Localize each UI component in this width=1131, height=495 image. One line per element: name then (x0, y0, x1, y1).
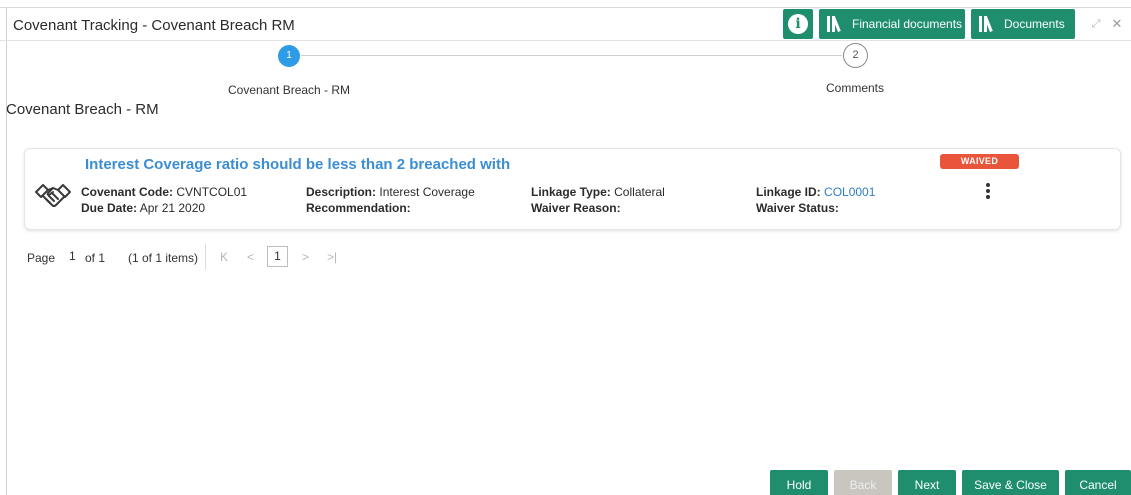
step-1-indicator[interactable]: 1 (278, 45, 300, 67)
expand-icon[interactable]: ⤢ (1088, 16, 1104, 32)
pager-divider (205, 244, 206, 270)
library-icon (979, 16, 999, 32)
status-badge: WAIVED (940, 154, 1019, 169)
cancel-button[interactable]: Cancel (1065, 470, 1131, 495)
section-title: Covenant Breach - RM (6, 101, 159, 118)
due-date-field: Due Date: Apr 21 2020 (81, 201, 206, 215)
close-icon[interactable]: ✕ (1110, 16, 1124, 32)
covenant-code-field: Covenant Code: CVNTCOL01 (81, 185, 248, 199)
pager-items-count: (1 of 1 items) (128, 251, 199, 265)
pager-page-label: Page (27, 251, 56, 265)
library-icon (827, 16, 847, 32)
financial-documents-label: Financial documents (852, 17, 963, 31)
first-page-icon[interactable]: K (220, 250, 228, 264)
documents-button[interactable]: Documents (971, 9, 1075, 39)
info-button[interactable]: i (783, 9, 813, 39)
window-title: Covenant Tracking - Covenant Breach RM (13, 17, 295, 34)
pager-current-page[interactable]: 1 (69, 249, 76, 263)
linkage-id-link[interactable]: COL0001 (824, 185, 875, 199)
linkage-id-field: Linkage ID: COL0001 (756, 185, 876, 199)
handshake-icon (35, 184, 71, 207)
financial-documents-button[interactable]: Financial documents (819, 9, 965, 39)
covenant-card: Interest Coverage ratio should be less t… (24, 148, 1121, 230)
page-number-button[interactable]: 1 (267, 246, 288, 267)
window-left-border (6, 7, 7, 495)
hold-button[interactable]: Hold (770, 470, 828, 495)
covenant-card-title: Interest Coverage ratio should be less t… (85, 156, 511, 173)
back-button[interactable]: Back (834, 470, 892, 495)
pager-of-total: of 1 (85, 251, 106, 265)
next-page-icon[interactable]: > (302, 250, 309, 264)
prev-page-icon[interactable]: < (247, 250, 254, 264)
stepper-connector (301, 55, 842, 56)
linkage-type-field: Linkage Type: Collateral (531, 185, 665, 199)
window-header: Covenant Tracking - Covenant Breach RM i… (0, 8, 1131, 41)
recommendation-field: Recommendation: (306, 201, 411, 215)
last-page-icon[interactable]: >| (327, 250, 337, 264)
save-and-close-button[interactable]: Save & Close (962, 470, 1059, 495)
waiver-status-field: Waiver Status: (756, 201, 839, 215)
waiver-reason-field: Waiver Reason: (531, 201, 621, 215)
documents-label: Documents (1004, 17, 1065, 31)
step-1-label[interactable]: Covenant Breach - RM (228, 83, 350, 97)
step-2-indicator[interactable]: 2 (843, 43, 868, 68)
more-vertical-icon[interactable] (983, 183, 993, 199)
description-field: Description: Interest Coverage (306, 185, 475, 199)
info-icon: i (788, 14, 808, 34)
step-2-label[interactable]: Comments (826, 81, 884, 95)
next-button[interactable]: Next (898, 470, 956, 495)
